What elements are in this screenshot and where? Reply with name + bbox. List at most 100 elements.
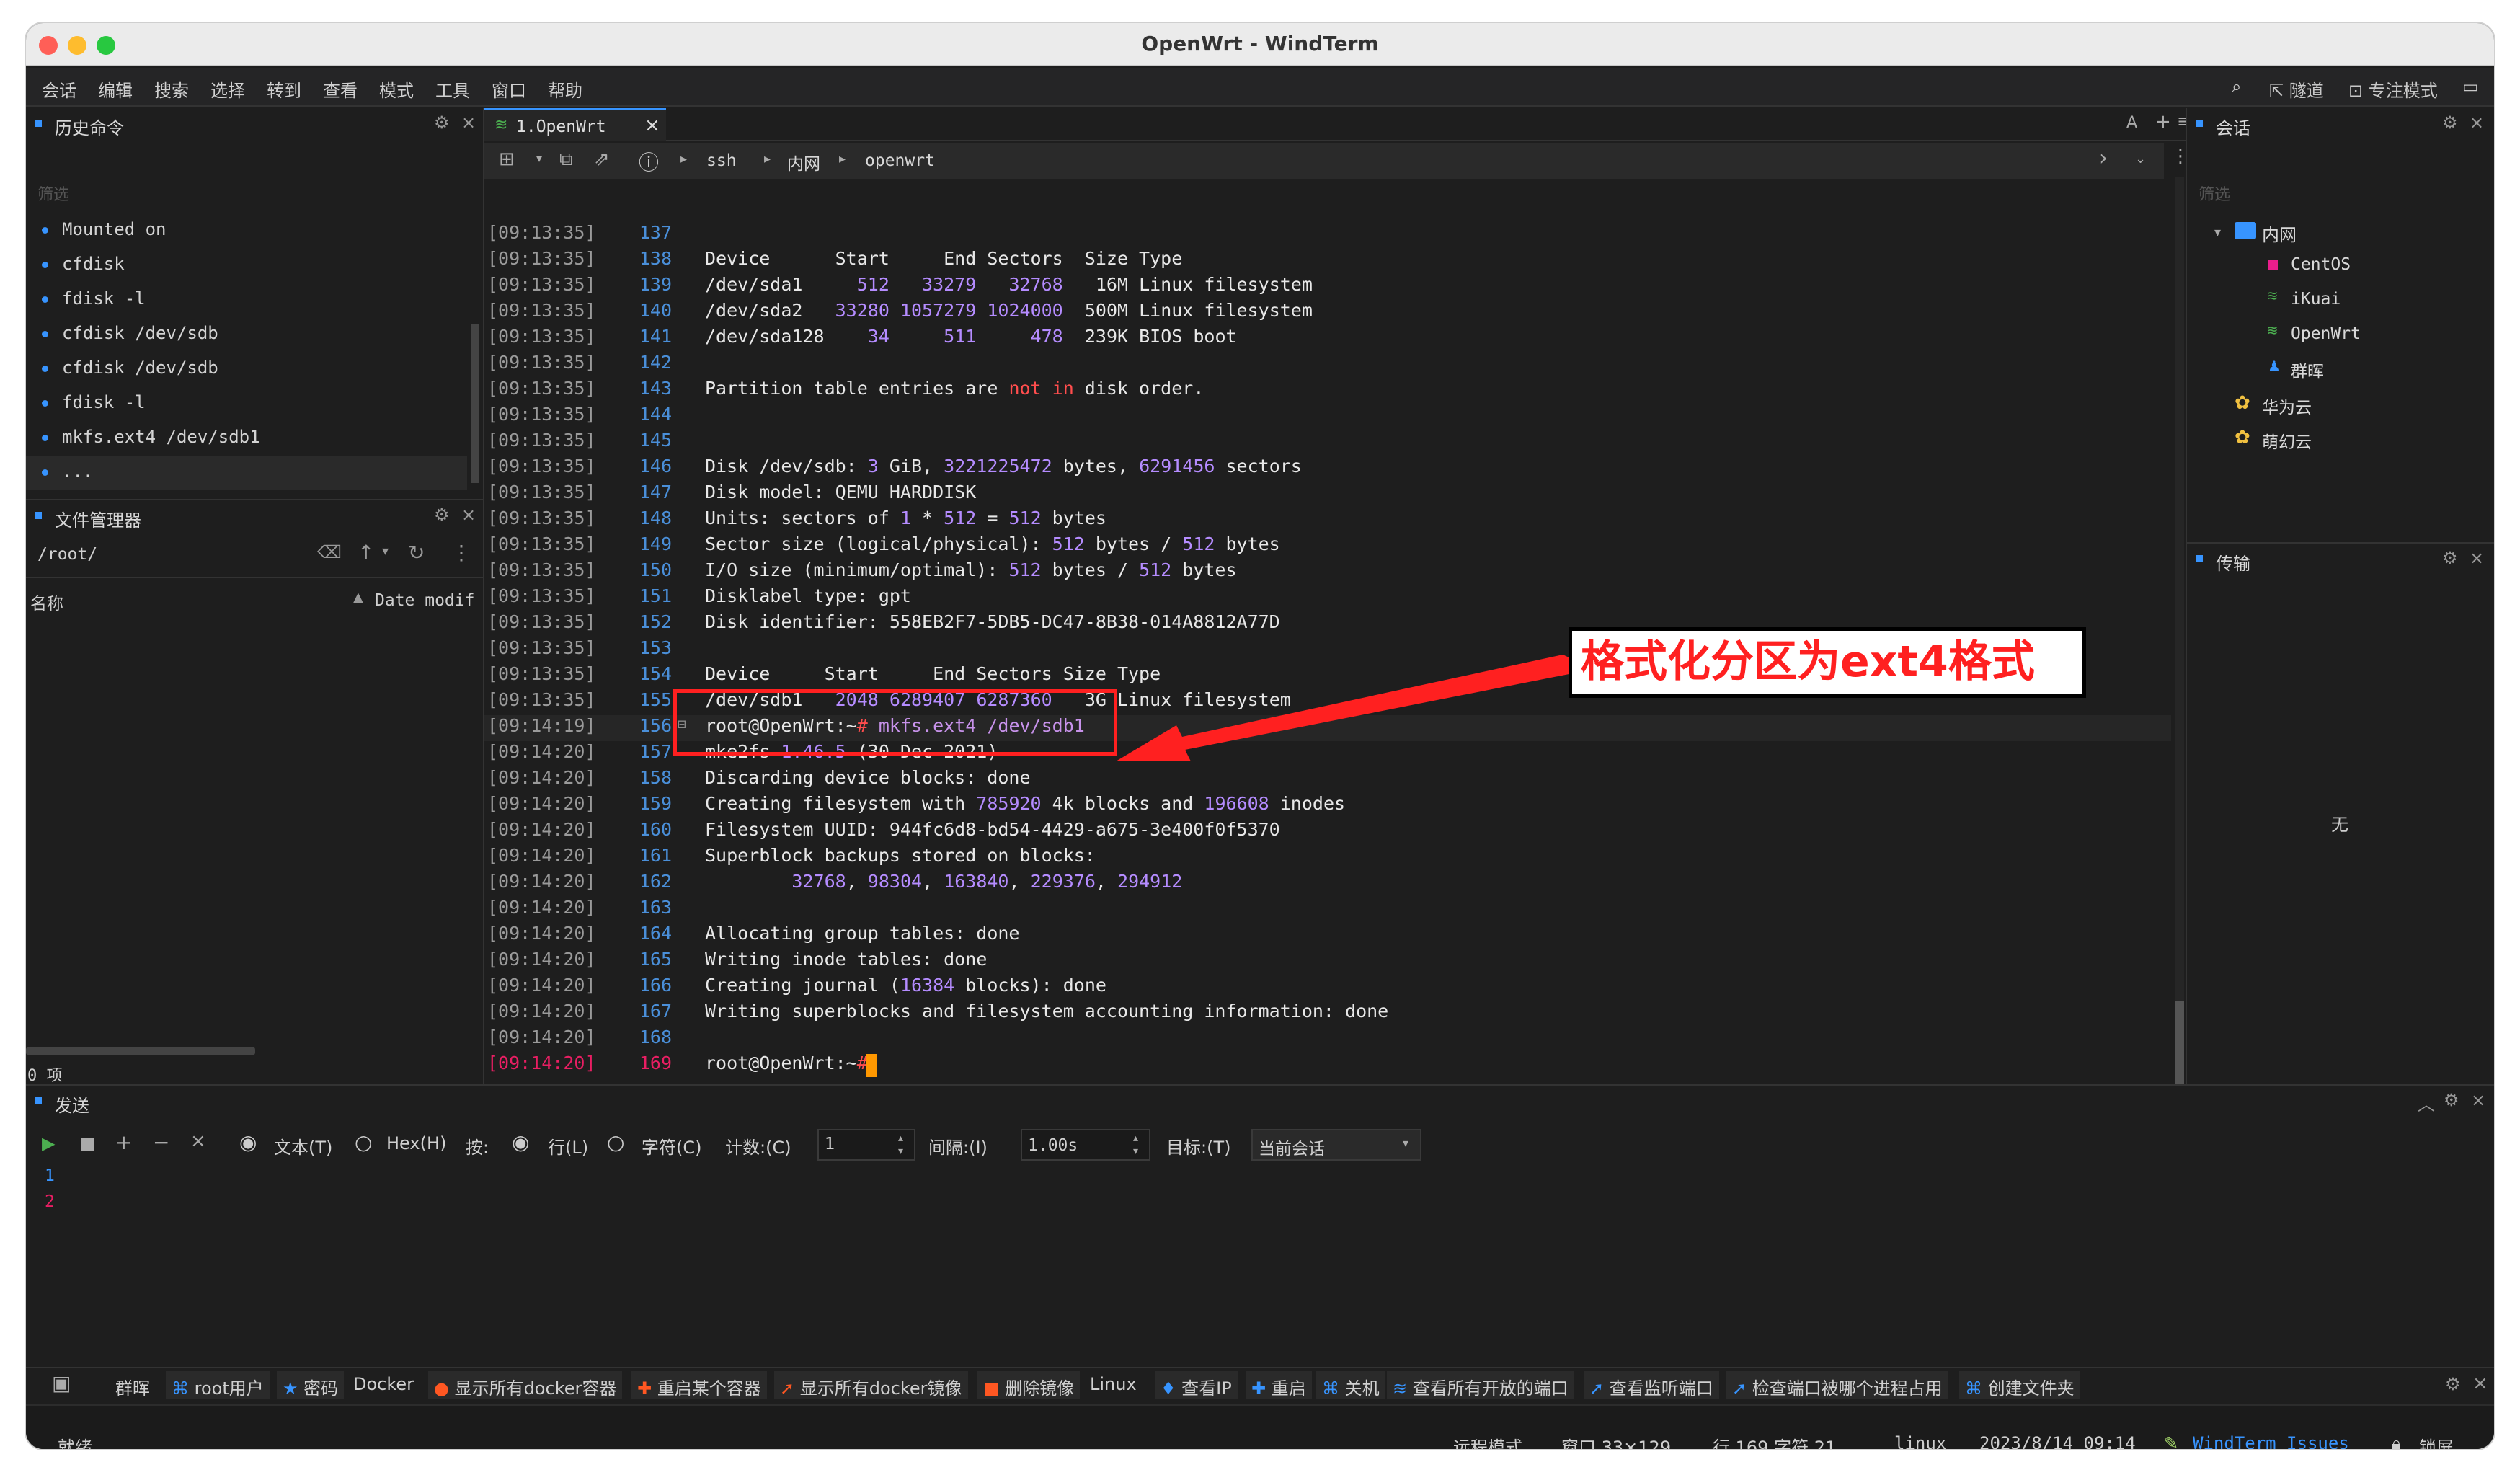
remove-icon[interactable]: − xyxy=(153,1130,169,1154)
history-item[interactable]: cfdisk xyxy=(42,254,125,274)
play-icon[interactable]: ▶ xyxy=(42,1133,55,1153)
history-item[interactable]: fdisk -l xyxy=(42,288,146,309)
close-icon[interactable]: × xyxy=(2471,1090,2485,1110)
tunnel-button[interactable]: ⇱ 隧道 xyxy=(2269,76,2324,102)
session-group-huawei[interactable]: 华为云 xyxy=(2262,394,2312,418)
menu-window[interactable]: 窗口 xyxy=(492,76,526,102)
clear-icon[interactable]: × xyxy=(190,1130,206,1152)
terminal-scrollbar[interactable] xyxy=(2175,177,2184,1084)
close-icon[interactable]: × xyxy=(2472,1373,2488,1394)
duplicate-icon[interactable]: ⧉ xyxy=(559,149,573,171)
refresh-icon[interactable]: ↻ xyxy=(408,541,425,564)
breadcrumb-ssh[interactable]: ssh xyxy=(706,151,737,170)
chevron-down-icon[interactable]: ⌄ xyxy=(2135,151,2146,167)
interval-stepper[interactable]: 1.00s ▴ ▾ xyxy=(1021,1129,1150,1161)
quick-command-button[interactable]: ➚ 显示所有docker镜像 xyxy=(774,1371,968,1399)
session-centos[interactable]: CentOS xyxy=(2291,255,2351,274)
open-external-icon[interactable]: ⇗ xyxy=(594,149,610,170)
close-icon[interactable]: × xyxy=(461,505,476,525)
menu-mode[interactable]: 模式 xyxy=(379,76,414,102)
menu-help[interactable]: 帮助 xyxy=(548,76,582,102)
history-item[interactable]: fdisk -l xyxy=(42,392,146,412)
settings-icon[interactable]: ⚙ xyxy=(434,112,450,133)
session-group-menghuan[interactable]: 萌幻云 xyxy=(2262,428,2312,453)
quick-command-button[interactable]: ≋ 查看所有开放的端口 xyxy=(1387,1371,1574,1399)
status-mode[interactable]: 远程模式 xyxy=(1453,1433,1522,1449)
breadcrumb-intranet[interactable]: 内网 xyxy=(787,150,820,174)
quick-command-button[interactable]: ⌘ 关机 xyxy=(1316,1371,1385,1399)
menu-goto[interactable]: 转到 xyxy=(267,76,301,102)
chevron-down-icon[interactable]: ▾ xyxy=(536,151,542,165)
chevron-down-icon[interactable]: ▾ xyxy=(2214,225,2221,240)
radio-char[interactable]: ○ xyxy=(607,1130,624,1154)
collapse-icon[interactable]: ︿ xyxy=(2418,1090,2435,1115)
file-scrollbar[interactable] xyxy=(26,1047,255,1055)
tab-openwrt[interactable]: ≋ 1.OpenWrt × xyxy=(484,108,666,141)
chevron-right-icon[interactable]: › xyxy=(2099,146,2108,171)
stop-icon[interactable]: ■ xyxy=(79,1133,96,1153)
quick-command-button[interactable]: ➚ 查看监听端口 xyxy=(1584,1371,1719,1399)
menu-edit[interactable]: 编辑 xyxy=(98,76,133,102)
tab-close-icon[interactable]: × xyxy=(644,115,660,136)
lock-screen-button[interactable]: 锁屏 xyxy=(2419,1433,2454,1449)
settings-icon[interactable]: ⚙ xyxy=(2442,548,2458,568)
history-item[interactable]: ... xyxy=(42,461,93,482)
more-icon[interactable]: ⋮ xyxy=(451,541,471,564)
quick-command-button[interactable]: ♦ 查看IP xyxy=(1155,1371,1238,1399)
history-item[interactable]: Mounted on xyxy=(42,219,167,239)
quick-command-button[interactable]: ⌘ 创建文件夹 xyxy=(1959,1371,2080,1399)
settings-icon[interactable]: ⚙ xyxy=(2444,1090,2459,1110)
column-date[interactable]: Date modif xyxy=(375,591,474,610)
font-size-button[interactable]: A xyxy=(2126,114,2137,132)
column-name[interactable]: 名称 xyxy=(30,590,63,614)
up-arrow-icon[interactable]: ↑ xyxy=(358,541,374,564)
radio-line-selected[interactable]: ◉ xyxy=(512,1130,529,1154)
session-synology[interactable]: 群晖 xyxy=(2291,358,2324,382)
quick-command-button[interactable]: Docker xyxy=(347,1371,420,1399)
session-openwrt[interactable]: OpenWrt xyxy=(2291,324,2361,343)
history-item[interactable]: cfdisk /dev/sdb xyxy=(42,358,218,378)
quick-command-button[interactable]: ⌘ root用户 xyxy=(166,1371,270,1399)
info-icon[interactable]: ⓘ xyxy=(639,147,659,176)
search-icon[interactable]: ⌕ xyxy=(2232,76,2241,97)
settings-icon[interactable]: ⚙ xyxy=(2445,1374,2461,1394)
new-tab-icon[interactable]: + xyxy=(2155,111,2171,133)
new-session-icon[interactable]: ⊞ xyxy=(499,149,515,170)
history-item[interactable]: cfdisk /dev/sdb xyxy=(42,323,218,343)
stepper-arrows-icon[interactable]: ▴ ▾ xyxy=(898,1132,903,1158)
quick-command-button[interactable]: ■ 删除镜像 xyxy=(977,1371,1081,1399)
history-scrollbar[interactable] xyxy=(471,324,479,483)
target-select[interactable]: 当前会话 ▾ xyxy=(1251,1129,1421,1161)
menu-search[interactable]: 搜索 xyxy=(154,76,189,102)
breadcrumb-openwrt[interactable]: openwrt xyxy=(865,151,935,170)
menu-select[interactable]: 选择 xyxy=(210,76,245,102)
quick-command-button[interactable]: Linux xyxy=(1084,1371,1143,1399)
close-icon[interactable]: × xyxy=(2470,548,2484,568)
menu-session[interactable]: 会话 xyxy=(42,76,76,102)
quick-command-button[interactable]: 群晖 xyxy=(110,1371,156,1399)
menu-view[interactable]: 查看 xyxy=(323,76,358,102)
layout-icon[interactable]: ▭ xyxy=(2462,76,2479,97)
session-ikuai[interactable]: iKuai xyxy=(2291,290,2341,309)
history-filter-input[interactable]: 筛选 xyxy=(37,182,69,205)
history-item[interactable]: mkfs.ext4 /dev/sdb1 xyxy=(42,427,260,447)
close-icon[interactable]: × xyxy=(461,112,476,133)
sessions-filter-input[interactable]: 筛选 xyxy=(2199,182,2230,205)
settings-icon[interactable]: ⚙ xyxy=(2442,112,2458,133)
quick-command-button[interactable]: ✚ 重启 xyxy=(1246,1371,1312,1399)
quick-command-button[interactable]: ● 显示所有docker容器 xyxy=(428,1371,623,1399)
path-input[interactable]: /root/ xyxy=(37,545,97,564)
settings-icon[interactable]: ⚙ xyxy=(434,505,450,525)
menu-tools[interactable]: 工具 xyxy=(435,76,470,102)
quick-command-button[interactable]: ➚ 检查端口被哪个进程占用 xyxy=(1726,1371,1948,1399)
scrollbar-thumb[interactable] xyxy=(2175,1001,2184,1084)
close-icon[interactable]: × xyxy=(2470,112,2484,133)
issues-link[interactable]: WindTerm Issues xyxy=(2193,1433,2349,1449)
radio-hex[interactable]: ○ xyxy=(355,1130,372,1154)
session-group-intranet[interactable]: 内网 xyxy=(2262,221,2297,246)
quickbar-menu-icon[interactable]: ▣ xyxy=(52,1371,71,1395)
clear-icon[interactable]: ⌫ xyxy=(317,542,342,562)
focus-mode-button[interactable]: ⊡ 专注模式 xyxy=(2348,76,2438,102)
count-stepper[interactable]: 1 ▴ ▾ xyxy=(817,1129,915,1161)
quick-command-button[interactable]: ✚ 重启某个容器 xyxy=(631,1371,767,1399)
